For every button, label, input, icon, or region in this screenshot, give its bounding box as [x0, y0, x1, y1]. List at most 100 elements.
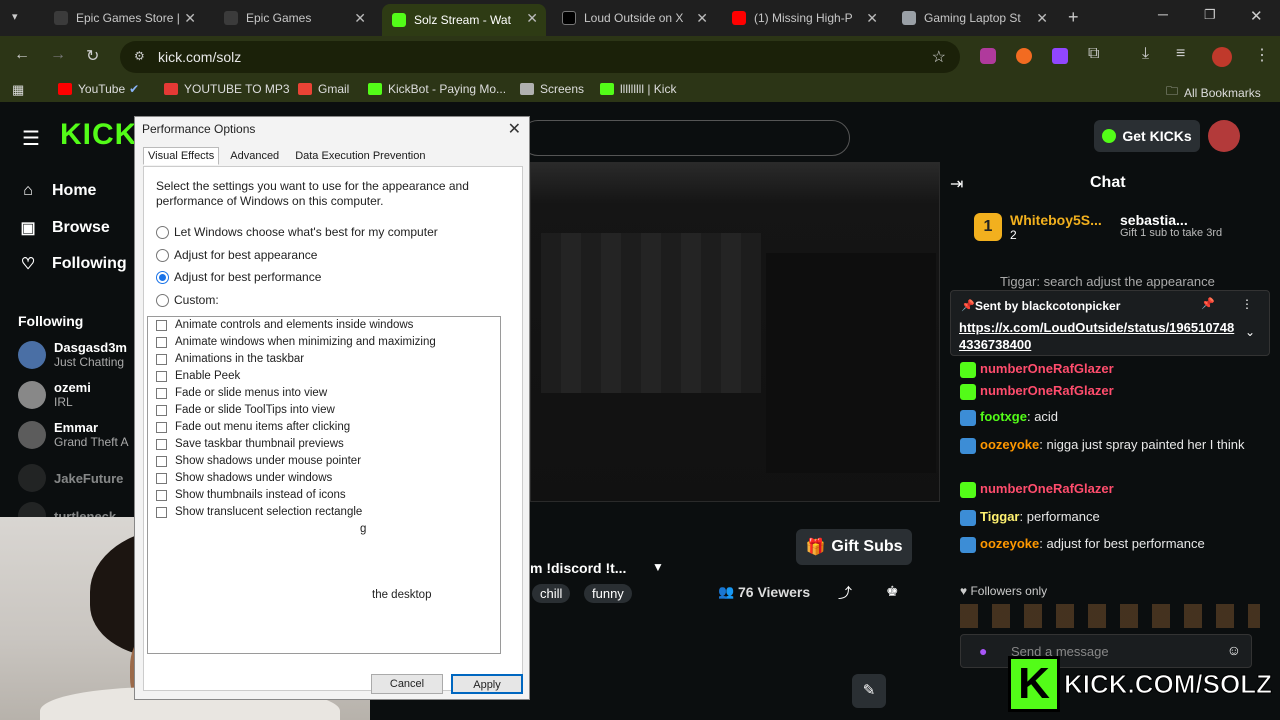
- collapse-chat-icon[interactable]: ⇥: [950, 174, 963, 194]
- checkbox[interactable]: [156, 353, 167, 365]
- radio-best-performance[interactable]: Adjust for best performance: [156, 270, 321, 284]
- apply-button[interactable]: Apply: [451, 674, 523, 694]
- chat-message[interactable]: numberOneRafGlazer: [960, 480, 1260, 498]
- share-icon[interactable]: ⤴: [838, 583, 852, 603]
- bookmark-item[interactable]: lllllllll | Kick: [600, 82, 676, 96]
- checkbox[interactable]: [156, 421, 167, 433]
- radio-button[interactable]: [156, 225, 169, 239]
- address-bar[interactable]: ⚙ kick.com/solz ☆: [120, 41, 960, 73]
- bookmark-item[interactable]: YouTube ✔: [58, 82, 139, 96]
- effect-checkbox[interactable]: Fade out menu items after clicking: [156, 421, 350, 433]
- effect-checkbox[interactable]: Enable Peek: [156, 370, 240, 382]
- forward-icon[interactable]: →: [50, 46, 66, 64]
- effect-checkbox[interactable]: Show thumbnails instead of icons: [156, 489, 346, 501]
- visual-effects-list[interactable]: Animate controls and elements inside win…: [147, 316, 501, 654]
- edit-pencil-icon[interactable]: ✎: [852, 674, 886, 708]
- pinned-message[interactable]: 📌 Sent by blackcotonpicker https://x.com…: [950, 290, 1270, 356]
- checkbox[interactable]: [156, 506, 167, 518]
- chat-username[interactable]: numberOneRafGlazer: [980, 361, 1114, 376]
- unpin-icon[interactable]: 📌: [1201, 297, 1215, 310]
- hamburger-menu-icon[interactable]: ☰: [22, 126, 40, 151]
- radio-button[interactable]: [156, 248, 169, 262]
- following-channel[interactable]: ozemi IRL: [18, 380, 91, 409]
- radio-button-selected[interactable]: [156, 270, 169, 284]
- stream-video[interactable]: [530, 162, 940, 502]
- browser-tab[interactable]: Epic Games Store | ✕: [44, 4, 204, 32]
- radio-best-appearance[interactable]: Adjust for best appearance: [156, 248, 317, 262]
- checkbox[interactable]: [156, 319, 167, 331]
- close-icon[interactable]: ✕: [508, 119, 521, 139]
- bookmark-item[interactable]: KickBot - Paying Mo...: [368, 82, 506, 96]
- apps-grid-icon[interactable]: ▦: [12, 82, 24, 98]
- user-avatar[interactable]: [1208, 120, 1240, 152]
- close-icon[interactable]: ✕: [354, 10, 366, 27]
- chat-message[interactable]: oozeyoke: nigga just spray painted her I…: [960, 436, 1260, 454]
- nav-browse[interactable]: ▣ Browse: [18, 218, 109, 238]
- twitch-extension-icon[interactable]: [1052, 48, 1068, 64]
- radio-button[interactable]: [156, 293, 169, 307]
- download-icon[interactable]: ⤓: [1142, 45, 1149, 63]
- effect-checkbox[interactable]: Show shadows under mouse pointer: [156, 455, 361, 467]
- pinned-link[interactable]: https://x.com/LoudOutside/status/1965107…: [959, 319, 1239, 353]
- effect-checkbox[interactable]: Fade or slide ToolTips into view: [156, 404, 335, 416]
- chat-username[interactable]: numberOneRafGlazer: [980, 481, 1114, 496]
- kick-logo[interactable]: KICK: [60, 118, 137, 152]
- chat-username[interactable]: Tiggar: [980, 509, 1020, 524]
- restore-button[interactable]: ❐: [1204, 7, 1216, 23]
- profile-avatar[interactable]: [1212, 47, 1232, 67]
- get-kicks-button[interactable]: Get KICKs: [1094, 120, 1200, 152]
- effect-checkbox[interactable]: Show translucent selection rectangle: [156, 506, 362, 518]
- chat-username[interactable]: numberOneRafGlazer: [980, 383, 1114, 398]
- tag-chip[interactable]: funny: [584, 584, 632, 603]
- chat-username[interactable]: oozeyoke: [980, 437, 1039, 452]
- extension-icon[interactable]: [980, 48, 996, 64]
- back-icon[interactable]: ←: [14, 46, 30, 64]
- following-channel[interactable]: Emmar Grand Theft A: [18, 420, 129, 449]
- menu-kebab-icon[interactable]: ⋮: [1254, 45, 1270, 65]
- checkbox[interactable]: [156, 336, 167, 348]
- close-icon[interactable]: ✕: [866, 10, 878, 27]
- extension-icon[interactable]: [1016, 48, 1032, 64]
- chevron-down-icon[interactable]: ⌄: [1245, 325, 1255, 339]
- new-tab-button[interactable]: +: [1068, 7, 1079, 28]
- bookmark-star-icon[interactable]: ☆: [932, 47, 946, 67]
- chat-message[interactable]: numberOneRafGlazer: [960, 382, 1260, 400]
- browser-tab[interactable]: Epic Games ✕: [214, 4, 374, 32]
- chat-message[interactable]: Tiggar: performance: [960, 508, 1260, 526]
- bookmark-item[interactable]: YOUTUBE TO MP3: [164, 82, 290, 96]
- extensions-puzzle-icon[interactable]: ⧉: [1088, 45, 1099, 63]
- checkbox[interactable]: [156, 472, 167, 484]
- checkbox[interactable]: [156, 489, 167, 501]
- browser-tab[interactable]: Loud Outside on X ✕: [552, 4, 716, 32]
- browser-tab[interactable]: Gaming Laptop St ✕: [892, 4, 1056, 32]
- reload-icon[interactable]: ↻: [86, 46, 99, 66]
- site-info-icon[interactable]: ⚙: [134, 49, 145, 63]
- checkbox[interactable]: [156, 438, 167, 450]
- following-channel[interactable]: Dasgasd3m Just Chatting: [18, 340, 127, 369]
- chat-message[interactable]: footxge: acid: [960, 408, 1260, 426]
- effect-checkbox[interactable]: Fade or slide menus into view: [156, 387, 327, 399]
- radio-let-windows-choose[interactable]: Let Windows choose what's best for my co…: [156, 225, 438, 239]
- checkbox[interactable]: [156, 387, 167, 399]
- chevron-down-icon[interactable]: ▼: [652, 560, 664, 574]
- bookmark-item[interactable]: Screens: [520, 82, 584, 96]
- tab-advanced[interactable]: Advanced: [225, 147, 284, 165]
- effect-checkbox[interactable]: Show shadows under windows: [156, 472, 332, 484]
- bookmark-item[interactable]: Gmail: [298, 82, 349, 96]
- minimize-button[interactable]: ─: [1158, 6, 1168, 22]
- following-channel[interactable]: JakeFuture: [18, 464, 123, 492]
- more-options-icon[interactable]: ⋮: [1241, 297, 1253, 311]
- top-gifter[interactable]: 1 Whiteboy5S... 2: [974, 212, 1102, 242]
- tab-search-icon[interactable]: ▾: [12, 10, 18, 23]
- close-icon[interactable]: ✕: [184, 10, 196, 27]
- chat-username[interactable]: oozeyoke: [980, 536, 1039, 551]
- close-icon[interactable]: ✕: [526, 10, 538, 27]
- tab-visual-effects[interactable]: Visual Effects: [143, 147, 220, 165]
- all-bookmarks[interactable]: 🗀 All Bookmarks: [1166, 82, 1261, 103]
- close-window-button[interactable]: ✕: [1250, 7, 1263, 25]
- browser-tab-active[interactable]: Solz Stream - Wat ✕: [382, 4, 546, 36]
- effect-checkbox[interactable]: Animate controls and elements inside win…: [156, 319, 413, 331]
- emote-row[interactable]: [960, 604, 1260, 628]
- mic-icon[interactable]: ●: [979, 643, 987, 659]
- tab-data-execution-prevention[interactable]: Data Execution Prevention: [290, 147, 430, 165]
